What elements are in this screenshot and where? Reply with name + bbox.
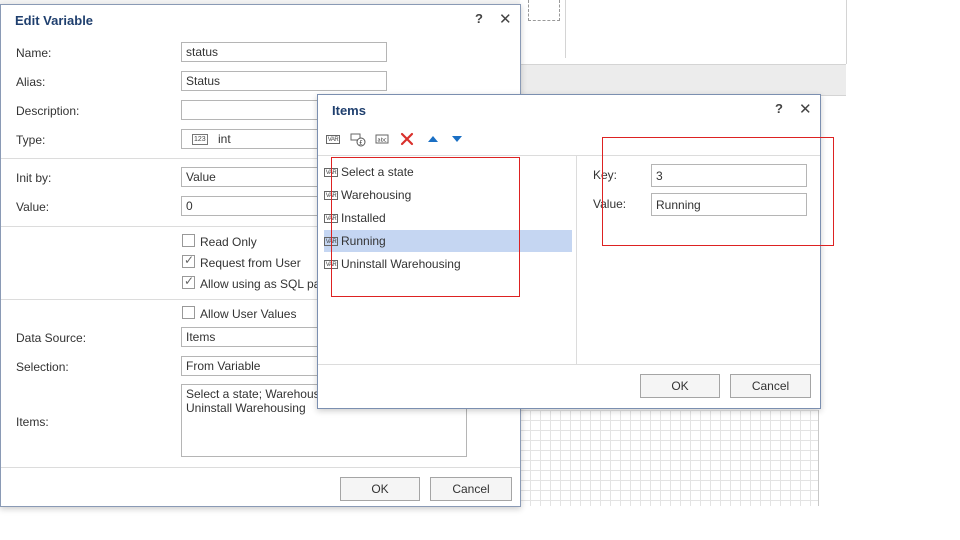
help-icon[interactable]: ? [775,101,783,116]
request-from-user-checkbox[interactable]: ✓ [182,253,195,268]
move-up-icon[interactable] [425,131,441,147]
highlight-box-properties [602,137,834,246]
name-label: Name: [16,46,52,60]
background-band [520,64,846,96]
pane-divider [576,156,577,364]
background-dashed-element [528,0,560,21]
ok-button[interactable]: OK [340,477,420,501]
highlight-box-list [331,157,520,297]
alias-label: Alias: [16,75,46,89]
allow-sql-checkbox[interactable]: ✓ [182,274,195,289]
footer-divider [1,467,520,468]
close-icon[interactable]: ✕ [499,10,512,28]
ok-button[interactable]: OK [640,374,720,398]
svg-text:£: £ [359,140,363,147]
dialog-title: Edit Variable [15,13,94,28]
add-expression-icon[interactable]: £ [350,131,366,147]
allow-user-values-checkbox[interactable] [182,306,195,319]
background-grid-canvas [520,410,819,506]
check-icon: ✓ [184,274,195,288]
close-icon[interactable]: ✕ [799,100,812,118]
add-value-icon[interactable]: VAR [326,131,342,147]
int-type-icon: 123 [192,134,208,145]
cancel-button[interactable]: Cancel [730,374,811,398]
init-by-label: Init by: [16,171,52,185]
alias-input[interactable]: Status [181,71,387,91]
value-label: Value: [16,200,50,214]
name-input[interactable]: status [181,42,387,62]
request-from-user-label: Request from User [200,256,301,270]
delete-icon[interactable] [399,131,415,147]
allow-sql-label: Allow using as SQL pa [200,277,321,291]
description-label: Description: [16,104,80,118]
help-icon[interactable]: ? [475,11,483,26]
background-canvas-top [520,0,847,64]
background-divider [565,0,566,58]
read-only-checkbox[interactable] [182,234,195,247]
check-icon: ✓ [184,253,195,267]
allow-user-values-label: Allow User Values [200,307,297,321]
items-label: Items: [16,415,49,429]
svg-text:abc: abc [378,138,387,144]
type-label: Type: [16,133,46,147]
add-text-icon[interactable]: abc [374,131,390,147]
footer-divider [318,364,820,365]
type-value: int [218,132,231,146]
selection-label: Selection: [16,360,69,374]
data-source-label: Data Source: [16,331,87,345]
cancel-button[interactable]: Cancel [430,477,512,501]
dialog-title: Items [332,103,366,118]
read-only-label: Read Only [200,235,257,249]
move-down-icon[interactable] [449,131,465,147]
